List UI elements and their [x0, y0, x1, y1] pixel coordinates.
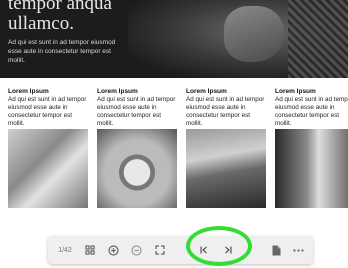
card: Lorem Ipsum Ad qui est sunt in ad tempor…: [275, 88, 348, 128]
zoom-out-button[interactable]: [128, 236, 144, 264]
page-indicator: 1/42: [58, 246, 72, 254]
hero-title-line2: ullamco.: [8, 13, 74, 34]
highlight-circle: [186, 226, 252, 266]
card-text: Ad qui est sunt in ad tempor eiusmod ess…: [186, 96, 265, 127]
hero-photo: [128, 0, 348, 78]
zoom-out-icon: [130, 244, 142, 256]
card-text: Ad qui est sunt in ad tempor eiusmod ess…: [8, 96, 87, 127]
hero-title: tempor anqua ullamco.: [8, 0, 112, 34]
zoom-in-icon: [107, 244, 119, 256]
grid-icon: [85, 245, 95, 255]
hero-banner: tempor anqua ullamco. Ad qui est sunt in …: [0, 0, 348, 78]
card-image: [275, 129, 348, 208]
card: Lorem Ipsum Ad qui est sunt in ad tempor…: [97, 88, 177, 128]
zoom-in-button[interactable]: [105, 236, 121, 264]
fullscreen-icon: [155, 245, 165, 255]
card: Lorem Ipsum Ad qui est sunt in ad tempor…: [186, 88, 266, 128]
more-options-button[interactable]: [290, 236, 306, 264]
fullscreen-button[interactable]: [152, 236, 168, 264]
hero-photo-subject: [224, 6, 284, 62]
card: Lorem Ipsum Ad qui est sunt in ad tempor…: [8, 88, 88, 128]
card-text: Ad qui est sunt in ad tempor eiusmod ess…: [275, 96, 348, 127]
presentation-toolbar: 1/42: [48, 236, 313, 264]
card-heading: Lorem Ipsum: [97, 88, 138, 95]
grid-view-button[interactable]: [82, 236, 98, 264]
hero-title-line1: tempor anqua: [8, 0, 112, 14]
card-heading: Lorem Ipsum: [275, 88, 316, 95]
more-icon: [292, 248, 304, 252]
card-image: [8, 129, 88, 208]
card-heading: Lorem Ipsum: [186, 88, 227, 95]
document-icon: [272, 245, 280, 255]
hero-text: Ad qui est sunt in ad tempor eiusmod ess…: [8, 39, 116, 64]
card-heading: Lorem Ipsum: [8, 88, 49, 95]
card-text: Ad qui est sunt in ad tempor eiusmod ess…: [97, 96, 176, 127]
card-image: [186, 129, 266, 208]
document-button[interactable]: [268, 236, 284, 264]
hero-photo-plaid: [288, 0, 348, 78]
card-image: [97, 129, 177, 208]
